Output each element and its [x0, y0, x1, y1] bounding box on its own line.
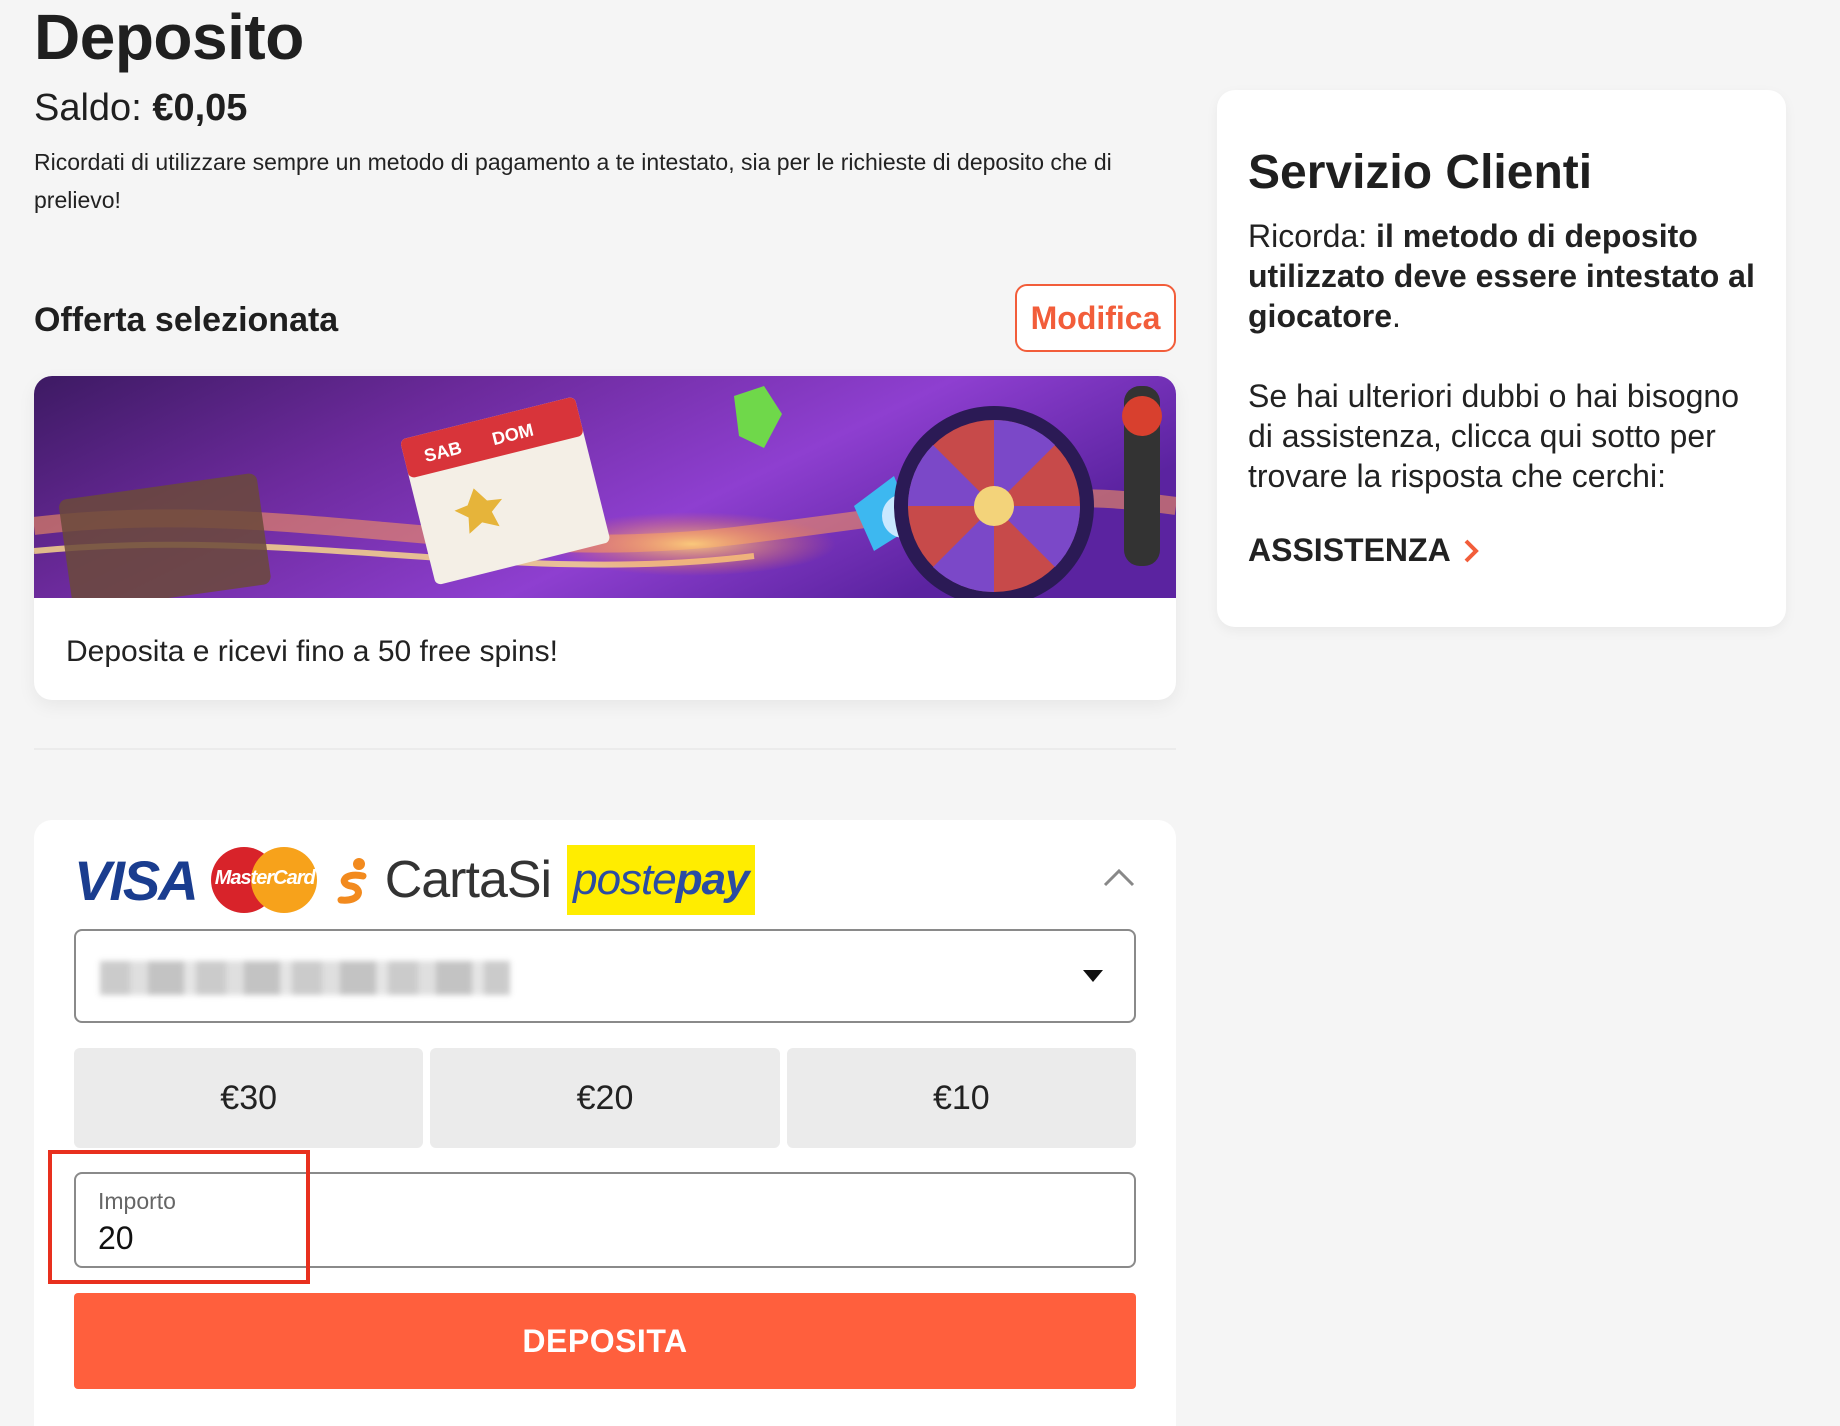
payment-method-card: VISA MasterCard CartaSi poste pay €30 €20… [34, 820, 1176, 1426]
cartasi-mark-icon [337, 858, 367, 904]
balance-value: €0,05 [152, 87, 248, 129]
postepay-logo: poste pay [567, 845, 755, 915]
support-reminder: Ricorda: il metodo di deposito utilizzat… [1248, 216, 1758, 336]
amount-label: Importo [98, 1188, 176, 1214]
customer-service-card: Servizio Clienti Ricorda: il metodo di d… [1217, 90, 1786, 627]
postepay-logo-text-a: poste [573, 855, 677, 904]
amount-input[interactable] [98, 1218, 698, 1258]
cartasi-logo: CartaSi [333, 850, 552, 910]
deposit-button[interactable]: DEPOSITA [74, 1293, 1136, 1389]
chevron-up-icon[interactable] [1102, 866, 1136, 888]
offer-banner-image: SAB DOM [34, 376, 1176, 598]
amount-30-button[interactable]: €30 [74, 1048, 424, 1148]
saved-card-select[interactable] [74, 929, 1136, 1023]
offer-heading: Offerta selezionata [34, 301, 339, 339]
support-reminder-prefix: Ricorda: [1248, 218, 1377, 254]
payment-logos: VISA MasterCard CartaSi poste pay [74, 844, 755, 916]
amount-20-button[interactable]: €20 [430, 1048, 780, 1148]
preset-amounts: €30 €20 €10 [74, 1048, 1136, 1148]
assistance-link-label: ASSISTENZA [1248, 532, 1451, 568]
section-divider [34, 748, 1176, 750]
amount-10-button[interactable]: €10 [786, 1048, 1136, 1148]
cartasi-text: CartaSi [384, 851, 552, 909]
mastercard-logo-text: MasterCard [214, 867, 316, 889]
balance: Saldo: €0,05 [34, 84, 247, 132]
chevron-right-icon [1464, 539, 1479, 562]
mastercard-logo: MasterCard [210, 847, 317, 913]
caret-down-icon [1083, 970, 1103, 982]
masked-card-number [100, 961, 510, 995]
selected-offer-card[interactable]: SAB DOM Deposita e ricevi fino a 50 free… [34, 376, 1176, 700]
visa-logo: VISA [74, 848, 199, 912]
amount-field[interactable]: Importo [74, 1172, 1136, 1268]
page-title: Deposito [34, 1, 304, 73]
balance-label: Saldo: [34, 87, 142, 129]
support-title: Servizio Clienti [1248, 146, 1593, 199]
assistance-link[interactable]: ASSISTENZA [1248, 532, 1479, 569]
support-reminder-suffix: . [1392, 298, 1401, 334]
postepay-logo-text-b: pay [675, 855, 750, 904]
modify-offer-button[interactable]: Modifica [1015, 284, 1176, 352]
payment-reminder: Ricordati di utilizzare sempre un metodo… [34, 149, 1112, 213]
support-help-text: Se hai ulteriori dubbi o hai bisogno di … [1248, 378, 1739, 494]
offer-description: Deposita e ricevi fino a 50 free spins! [66, 635, 558, 668]
